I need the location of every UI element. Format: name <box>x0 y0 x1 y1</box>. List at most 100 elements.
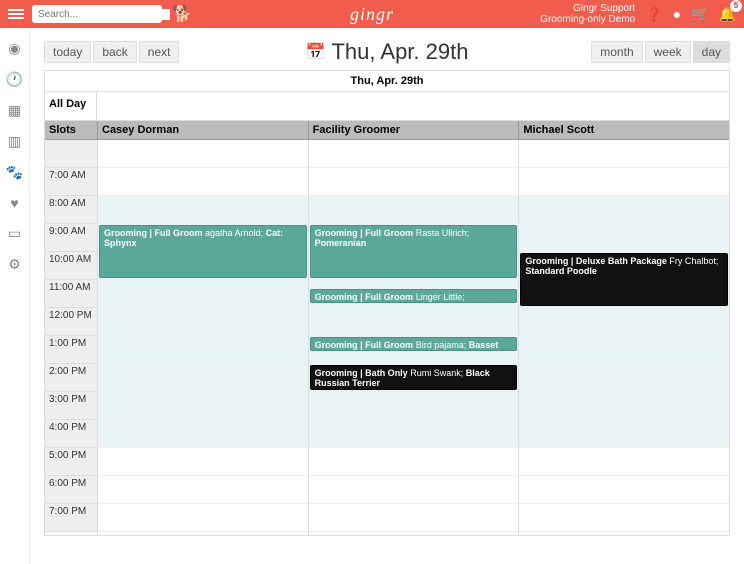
clock-icon[interactable]: 🕐 <box>6 71 23 88</box>
time-label: 9:00 AM <box>45 224 97 252</box>
time-slot[interactable] <box>98 196 308 224</box>
account-name: Gingr Support <box>540 3 635 14</box>
time-label: 5:00 PM <box>45 448 97 476</box>
time-label: 3:00 PM <box>45 392 97 420</box>
calendar-event[interactable]: Grooming | Bath Only Rumi Swank; Black R… <box>310 365 518 390</box>
sidebar: ◉ 🕐 ▦ ▥ 🐾 ♥ ▭ ⚙ <box>0 28 30 564</box>
account-label[interactable]: Gingr Support Grooming-only Demo <box>540 3 635 25</box>
search-box[interactable]: ⌕ <box>32 5 162 23</box>
day-view-button[interactable]: day <box>693 41 730 63</box>
time-slot[interactable] <box>98 280 308 308</box>
time-slot[interactable] <box>309 420 519 448</box>
time-label: 6:00 PM <box>45 476 97 504</box>
day-columns: Grooming | Full Groom agatha Arnold; Cat… <box>97 140 729 535</box>
time-slot[interactable] <box>519 504 729 532</box>
calendar-event[interactable]: Grooming | Full Groom agatha Arnold; Cat… <box>99 225 307 278</box>
search-input[interactable] <box>38 9 170 20</box>
time-label: 1:00 PM <box>45 336 97 364</box>
time-slot[interactable] <box>98 504 308 532</box>
time-label: 2:00 PM <box>45 364 97 392</box>
paw-icon[interactable]: 🐾 <box>6 164 23 181</box>
calendar-event[interactable]: Grooming | Full Groom Rasta Ullrich; Pom… <box>310 225 518 278</box>
title-calendar-icon: 📅 <box>306 42 326 62</box>
main-content: today back next 📅 Thu, Apr. 29th month w… <box>30 28 744 564</box>
time-slot[interactable] <box>519 168 729 196</box>
menu-icon[interactable] <box>8 9 24 19</box>
time-slot[interactable] <box>519 224 729 252</box>
time-slot[interactable] <box>309 168 519 196</box>
column-header: Michael Scott <box>518 121 729 139</box>
day-column[interactable]: Grooming | Full Groom Rasta Ullrich; Pom… <box>308 140 519 535</box>
time-slot[interactable] <box>519 196 729 224</box>
title-text: Thu, Apr. 29th <box>331 39 468 65</box>
time-label: 11:00 AM <box>45 280 97 308</box>
time-slot[interactable] <box>98 420 308 448</box>
day-column[interactable]: Grooming | Deluxe Bath Package Fry Chalb… <box>518 140 729 535</box>
time-slot[interactable] <box>98 392 308 420</box>
week-view-button[interactable]: week <box>645 41 691 63</box>
account-subtitle: Grooming-only Demo <box>540 14 635 25</box>
notification-badge: 5 <box>730 0 742 12</box>
time-slot[interactable] <box>519 448 729 476</box>
time-label: 7:00 AM <box>45 168 97 196</box>
help-icon[interactable]: ❓ <box>645 6 662 23</box>
calendar-event[interactable]: Grooming | Full Groom Bird pajama; Basse… <box>310 337 518 351</box>
time-slot[interactable] <box>98 168 308 196</box>
time-slot[interactable] <box>309 196 519 224</box>
calendar: Thu, Apr. 29th All Day Slots Casey Dorma… <box>44 70 730 536</box>
time-slot[interactable] <box>309 504 519 532</box>
cart-icon[interactable]: 🛒 <box>691 6 708 23</box>
gear-icon[interactable]: ⚙ <box>8 256 21 273</box>
calendar-icon[interactable]: ▦ <box>8 102 21 119</box>
time-label: 8:00 AM <box>45 196 97 224</box>
next-button[interactable]: next <box>139 41 180 63</box>
globe-icon[interactable]: ● <box>673 6 681 22</box>
time-label: 10:00 AM <box>45 252 97 280</box>
time-slot[interactable] <box>98 448 308 476</box>
calendar-toolbar: today back next 📅 Thu, Apr. 29th month w… <box>44 38 730 66</box>
time-slot[interactable] <box>519 420 729 448</box>
time-slot[interactable] <box>519 336 729 364</box>
slots-label: Slots <box>45 121 97 139</box>
time-slot[interactable] <box>309 448 519 476</box>
page-title: 📅 Thu, Apr. 29th <box>306 39 469 65</box>
book-icon[interactable]: ▭ <box>8 225 21 242</box>
column-headers: Slots Casey Dorman Facility Groomer Mich… <box>45 121 729 140</box>
header-right: Gingr Support Grooming-only Demo ❓ ● 🛒 🔔… <box>540 3 736 25</box>
time-slot[interactable] <box>519 140 729 168</box>
column-header: Facility Groomer <box>308 121 519 139</box>
time-slot[interactable] <box>98 140 308 168</box>
time-slot[interactable] <box>309 308 519 336</box>
time-slot[interactable] <box>309 140 519 168</box>
bell-icon[interactable]: 🔔5 <box>719 6 736 23</box>
heart-icon[interactable]: ♥ <box>10 195 18 211</box>
column-header: Casey Dorman <box>97 121 308 139</box>
time-slot[interactable] <box>309 392 519 420</box>
today-button[interactable]: today <box>44 41 91 63</box>
time-slot[interactable] <box>519 308 729 336</box>
time-label <box>45 140 97 168</box>
time-slot[interactable] <box>98 308 308 336</box>
time-label: 12:00 PM <box>45 308 97 336</box>
time-slot[interactable] <box>98 476 308 504</box>
time-slot[interactable] <box>519 392 729 420</box>
time-slot[interactable] <box>519 476 729 504</box>
time-slot[interactable] <box>98 364 308 392</box>
month-view-button[interactable]: month <box>591 41 642 63</box>
day-column[interactable]: Grooming | Full Groom agatha Arnold; Cat… <box>97 140 308 535</box>
barcode-icon[interactable]: ▥ <box>8 133 21 150</box>
allday-label: All Day <box>45 92 97 120</box>
back-button[interactable]: back <box>93 41 136 63</box>
time-label: 7:00 PM <box>45 504 97 532</box>
topbar: ⌕ 🐕 gingr Gingr Support Grooming-only De… <box>0 0 744 28</box>
time-label: 4:00 PM <box>45 420 97 448</box>
time-slot[interactable] <box>98 336 308 364</box>
allday-area[interactable] <box>97 92 729 120</box>
calendar-event[interactable]: Grooming | Deluxe Bath Package Fry Chalb… <box>520 253 728 306</box>
time-slot[interactable] <box>309 476 519 504</box>
dashboard-icon[interactable]: ◉ <box>8 40 20 57</box>
logo: gingr <box>350 4 394 25</box>
allday-row: All Day <box>45 92 729 121</box>
calendar-event[interactable]: Grooming | Full Groom Linger Little; Lab… <box>310 289 518 303</box>
time-slot[interactable] <box>519 364 729 392</box>
